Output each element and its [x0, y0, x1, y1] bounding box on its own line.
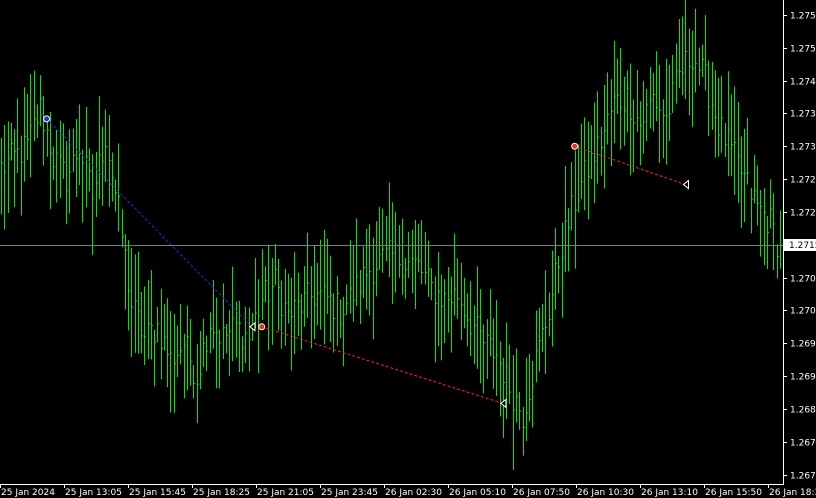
x-tick-label: 26 Jan 18:30 [769, 488, 816, 498]
x-tick-label: 26 Jan 13:10 [641, 488, 698, 498]
y-tick-label: 1.2673 [790, 472, 816, 482]
x-tick-label: 26 Jan 10:30 [577, 488, 634, 498]
x-tick-label: 25 Jan 13:05 [65, 488, 122, 498]
x-tick-label: 25 Jan 2024 [1, 488, 55, 498]
y-tick-label: 1.2739 [790, 110, 816, 120]
trade-open-marker [258, 323, 266, 331]
y-tick-label: 1.2685 [790, 406, 816, 416]
x-tick-label: 26 Jan 07:50 [513, 488, 570, 498]
x-tick-label: 26 Jan 02:30 [385, 488, 442, 498]
y-tick-label: 1.2745 [790, 78, 816, 88]
price-chart[interactable]: 1.2757 1.2751 1.2745 1.2739 1.2733 1.2727 1.27… [0, 0, 816, 498]
x-tick-label: 25 Jan 15:45 [129, 488, 186, 498]
y-tick-label: 1.2703 [790, 307, 816, 317]
x-tick-label: 26 Jan 15:50 [705, 488, 762, 498]
y-tick-label: 1.2733 [790, 143, 816, 153]
x-tick-label: 25 Jan 18:25 [193, 488, 250, 498]
y-tick-label: 1.2679 [790, 439, 816, 449]
y-tick-label: 1.2751 [790, 45, 816, 55]
y-tick-label: 1.2757 [790, 12, 816, 22]
current-price-label: 1.2715 [789, 241, 816, 251]
y-tick-label: 1.2691 [790, 373, 816, 383]
y-tick-label: 1.2697 [790, 340, 816, 350]
x-tick-label: 26 Jan 05:10 [449, 488, 506, 498]
x-tick-label: 25 Jan 21:05 [257, 488, 314, 498]
y-tick-label: 1.2709 [790, 275, 816, 285]
y-tick-label: 1.2721 [790, 209, 816, 219]
current-price-marker: 1.2715 [784, 239, 816, 251]
y-tick-label: 1.2727 [790, 176, 816, 186]
trade-open-marker [571, 142, 579, 150]
trade-open-marker [43, 115, 51, 123]
x-tick-label: 25 Jan 23:45 [321, 488, 378, 498]
